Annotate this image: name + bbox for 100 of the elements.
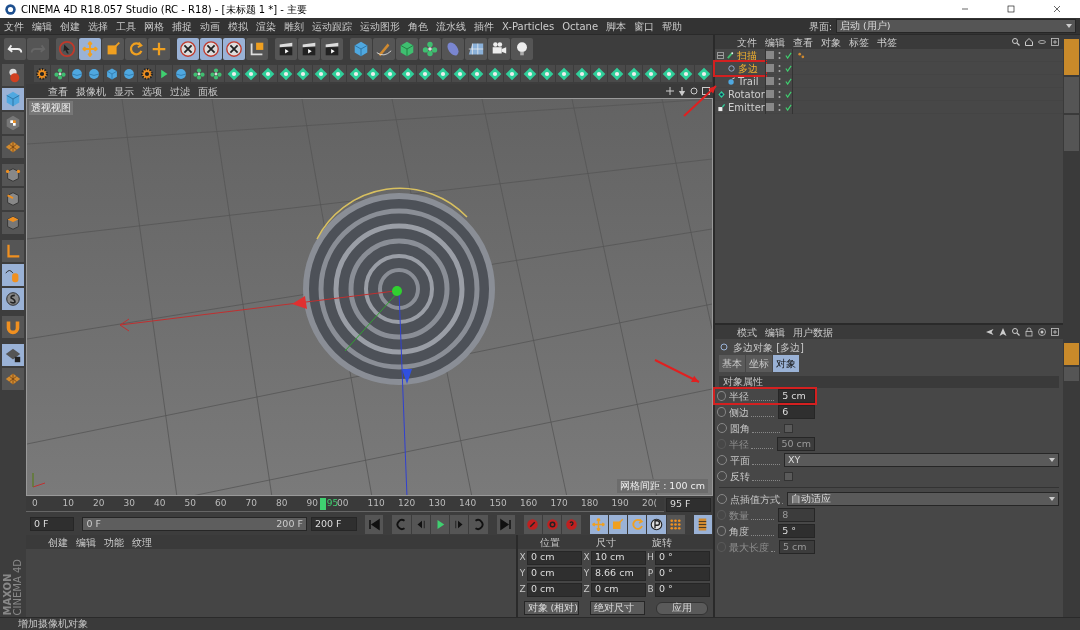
- number-field[interactable]: 5 cm: [778, 389, 815, 403]
- object-row[interactable]: 多边: [715, 62, 765, 75]
- lock-icon[interactable]: [1024, 327, 1034, 337]
- play-icon[interactable]: [430, 514, 450, 534]
- object-row[interactable]: 扫描: [715, 49, 765, 62]
- menu-item[interactable]: 角色: [404, 18, 432, 34]
- menu-item[interactable]: 流水线: [432, 18, 470, 34]
- flower-icon[interactable]: [51, 65, 68, 82]
- menu-item[interactable]: 模拟: [224, 18, 252, 34]
- sphere-icon[interactable]: [86, 65, 103, 82]
- diamond-icon[interactable]: [625, 65, 643, 82]
- diamond-icon[interactable]: [242, 65, 260, 82]
- coordinate-field[interactable]: 0 °: [655, 582, 710, 597]
- menu-item[interactable]: 编辑: [761, 324, 789, 340]
- coordinate-field[interactable]: 0 cm: [527, 566, 582, 581]
- menu-item[interactable]: 面板: [194, 83, 222, 99]
- tab[interactable]: 坐标: [746, 355, 772, 372]
- camera-icon[interactable]: [488, 38, 510, 60]
- menu-item[interactable]: 选项: [138, 83, 166, 99]
- target-icon[interactable]: [1037, 327, 1047, 337]
- timeline-ruler[interactable]: 0 10 20 30 40 50 60 70 80 90 9500 110 120 130 140 150 160 170 180 190 20(: [26, 497, 664, 512]
- x-axis-icon[interactable]: [177, 38, 199, 60]
- polygon-mode-icon[interactable]: [2, 212, 24, 234]
- pen-icon[interactable]: [373, 38, 395, 60]
- floor-icon[interactable]: [465, 38, 487, 60]
- number-field[interactable]: 6: [778, 405, 815, 419]
- tab[interactable]: 基本: [719, 355, 745, 372]
- menu-item[interactable]: 插件: [470, 18, 498, 34]
- coordinate-field[interactable]: 8.66 cm: [591, 566, 646, 581]
- diamond-icon[interactable]: [538, 65, 556, 82]
- move-icon[interactable]: [665, 86, 675, 96]
- coordinate-field[interactable]: 0 cm: [591, 582, 646, 597]
- coordinate-field[interactable]: 0 °: [655, 566, 710, 581]
- gear-icon[interactable]: [138, 65, 155, 82]
- clapperboard-icon[interactable]: [275, 38, 297, 60]
- menu-item[interactable]: 文件: [0, 18, 28, 34]
- axis-corner-icon[interactable]: [2, 240, 24, 262]
- skip-to-start-icon[interactable]: [365, 514, 384, 534]
- menu-item[interactable]: 窗口: [630, 18, 659, 34]
- layer-swatch[interactable]: [766, 51, 774, 59]
- range-bar[interactable]: 0 F 200 F: [83, 518, 306, 530]
- crosshair-icon[interactable]: [148, 38, 170, 60]
- locked-grid-icon[interactable]: [2, 344, 24, 366]
- loop-forward-icon[interactable]: [469, 514, 488, 534]
- menu-item[interactable]: 过滤: [166, 83, 194, 99]
- skip-to-end-icon[interactable]: [496, 514, 515, 534]
- clapperboard-icon[interactable]: [321, 38, 343, 60]
- diamond-icon[interactable]: [277, 65, 295, 82]
- checkered-cube-icon[interactable]: [2, 112, 24, 134]
- eye-icon[interactable]: [1037, 37, 1047, 47]
- layout-dropdown[interactable]: 启动 (用户): [836, 19, 1076, 33]
- menu-item[interactable]: 显示: [110, 83, 138, 99]
- flower-icon[interactable]: [208, 65, 225, 82]
- apply-button[interactable]: 应用: [655, 601, 708, 615]
- menu-item[interactable]: 书签: [873, 34, 901, 50]
- menu-item[interactable]: 编辑: [28, 18, 56, 34]
- coordinate-field[interactable]: 0 °: [655, 550, 710, 565]
- diamond-icon[interactable]: [469, 65, 486, 82]
- menu-item[interactable]: 摄像机: [72, 83, 110, 99]
- menu-item[interactable]: 模式: [733, 324, 761, 340]
- coordinate-field[interactable]: 10 cm: [591, 550, 646, 565]
- menu-item[interactable]: 查看: [789, 34, 817, 50]
- rotate-icon[interactable]: [689, 86, 699, 96]
- diamond-icon[interactable]: [399, 65, 416, 82]
- menu-item[interactable]: X-Particles: [498, 18, 559, 34]
- diamond-icon[interactable]: [695, 65, 712, 82]
- snap-icon[interactable]: [2, 288, 24, 310]
- object-row[interactable]: Rotator: [715, 88, 765, 101]
- menu-item[interactable]: 标签: [845, 34, 873, 50]
- capsule-icon[interactable]: [442, 38, 464, 60]
- diamond-icon[interactable]: [451, 65, 469, 82]
- menu-item[interactable]: 编辑: [72, 534, 100, 550]
- checkbox[interactable]: [784, 423, 793, 433]
- playhead[interactable]: [319, 498, 326, 510]
- cube-icon[interactable]: [350, 38, 372, 60]
- point-mode-icon[interactable]: [2, 164, 24, 186]
- diamond-icon[interactable]: [329, 65, 347, 82]
- diamond-icon[interactable]: [364, 65, 382, 82]
- expand-toggle[interactable]: [717, 51, 724, 59]
- diamond-icon[interactable]: [225, 65, 242, 82]
- select-arrow-icon[interactable]: [56, 38, 78, 60]
- menu-item[interactable]: 运动图形: [356, 18, 404, 34]
- layer-swatch[interactable]: [766, 90, 774, 98]
- layer-swatch[interactable]: [766, 64, 774, 72]
- coordinate-field[interactable]: 0 cm: [527, 582, 582, 597]
- back-arrow-icon[interactable]: [985, 327, 995, 337]
- menu-item[interactable]: 工具: [112, 18, 140, 34]
- gear-icon[interactable]: [34, 65, 51, 82]
- menu-item[interactable]: Octane: [558, 18, 603, 34]
- visibility-dots[interactable]: [778, 50, 781, 60]
- coordinate-mode-dropdown[interactable]: 对象 (相对): [523, 601, 579, 615]
- diamond-icon[interactable]: [295, 65, 312, 82]
- menu-item[interactable]: 查看: [44, 83, 72, 99]
- magnet-icon[interactable]: [2, 316, 24, 338]
- edge-mode-icon[interactable]: [2, 188, 24, 210]
- diamond-icon[interactable]: [312, 65, 329, 82]
- tag-icon[interactable]: [797, 50, 806, 60]
- new-window-icon[interactable]: [1050, 37, 1060, 47]
- parameter-key-icon[interactable]: [647, 514, 666, 534]
- film-strip-icon[interactable]: [693, 514, 712, 534]
